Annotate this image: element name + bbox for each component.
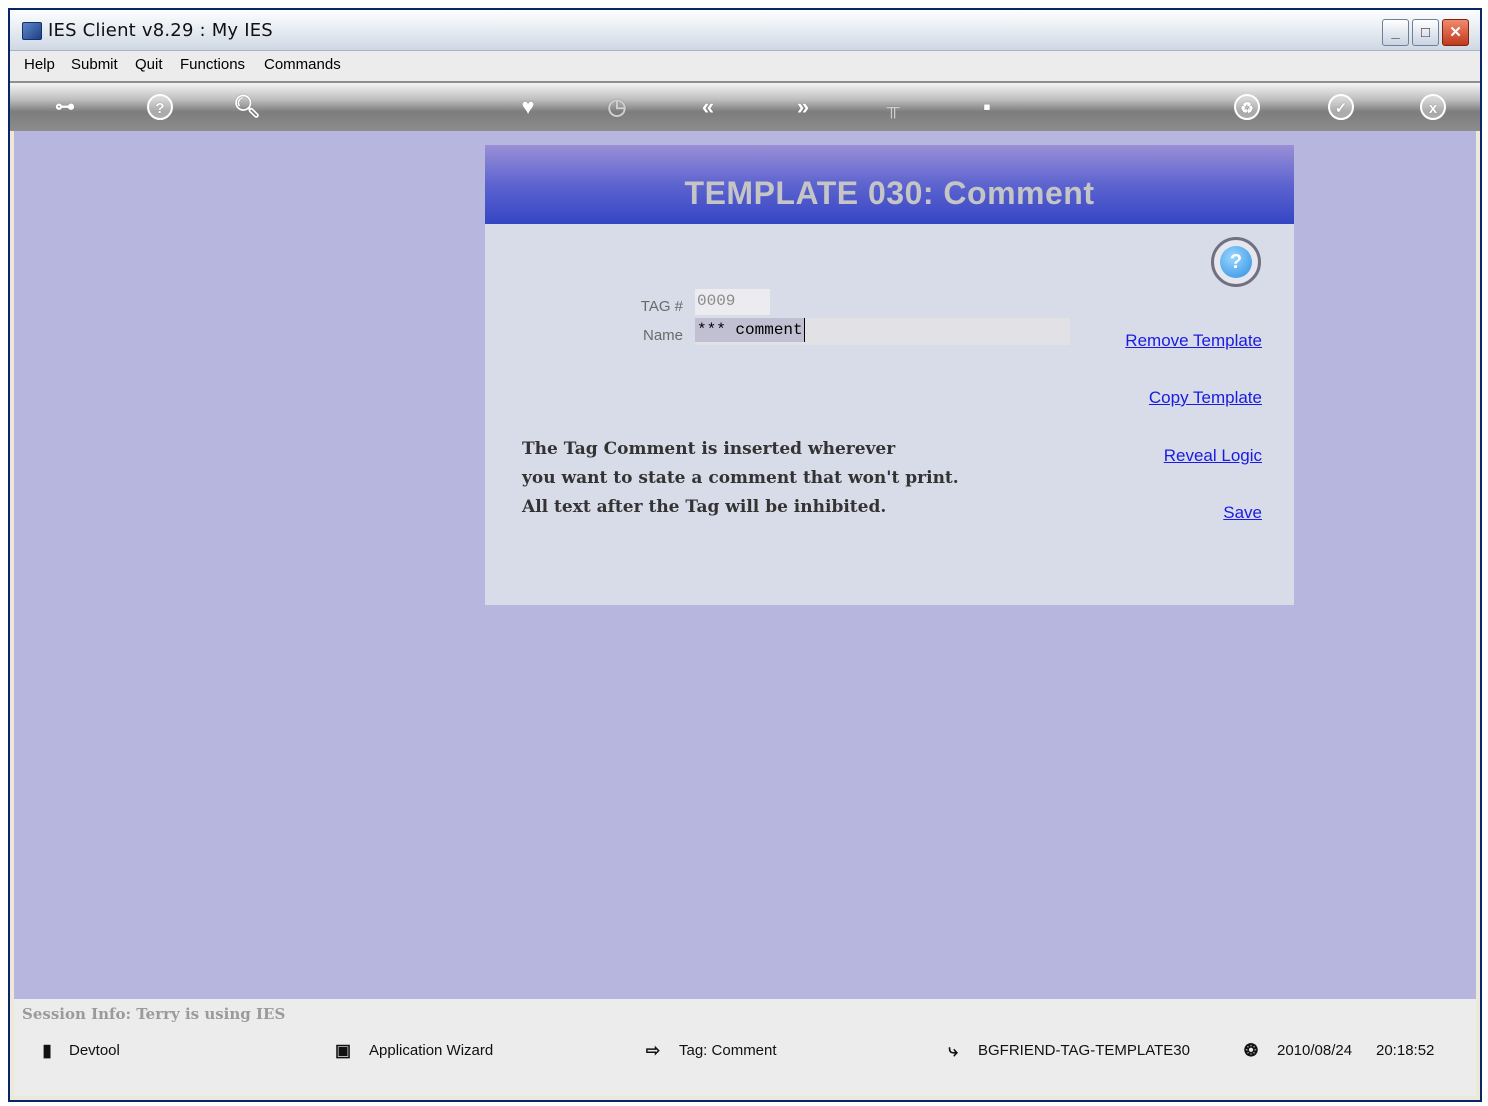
application-wizard-item[interactable]: Application Wizard (369, 1042, 493, 1059)
menu-quit[interactable]: Quit (135, 56, 163, 73)
recycle-icon[interactable]: ♻ (1234, 94, 1260, 120)
tag-label: TAG # (640, 298, 683, 315)
check-icon[interactable]: ✓ (1328, 94, 1354, 120)
menu-bar: Help Submit Quit Functions Commands (10, 51, 1480, 83)
name-label: Name (642, 327, 683, 344)
tag-comment-item[interactable]: Tag: Comment (679, 1042, 777, 1059)
tag-field[interactable]: 0009 (695, 289, 770, 315)
name-field[interactable]: *** comment (695, 318, 1070, 345)
remove-template-link[interactable]: Remove Template (1125, 331, 1262, 351)
app-icon (22, 22, 42, 40)
reveal-logic-link[interactable]: Reveal Logic (1164, 446, 1262, 466)
window-title: IES Client v8.29 : My IES (48, 20, 273, 41)
main-content: TEMPLATE 030: Comment ? TAG # 0009 Name … (14, 131, 1476, 999)
menu-commands[interactable]: Commands (264, 56, 341, 73)
template-panel: TEMPLATE 030: Comment ? TAG # 0009 Name … (485, 145, 1294, 605)
chip-icon[interactable]: ▪ (972, 92, 1002, 122)
app-window: IES Client v8.29 : My IES _ □ ✕ Help Sub… (8, 8, 1482, 1102)
minimize-button[interactable]: _ (1382, 19, 1409, 46)
status-date: 2010/08/24 (1277, 1042, 1353, 1059)
save-link[interactable]: Save (1223, 503, 1262, 523)
title-bar[interactable]: IES Client v8.29 : My IES _ □ ✕ (10, 10, 1480, 51)
template-code-item[interactable]: BGFRIEND-TAG-TEMPLATE30 (978, 1042, 1190, 1059)
rewind-icon[interactable]: « (693, 92, 723, 122)
maximize-button[interactable]: □ (1412, 19, 1439, 46)
menu-submit[interactable]: Submit (71, 56, 118, 73)
panel-header: TEMPLATE 030: Comment (485, 145, 1294, 224)
wizard-icon: ▣ (334, 1041, 352, 1060)
close-icon[interactable]: x (1420, 94, 1446, 120)
description-line: The Tag Comment is inserted wherever (522, 439, 896, 459)
link-icon: ⤷ (948, 1041, 958, 1060)
devtool-item[interactable]: Devtool (69, 1042, 120, 1059)
devtool-icon: ▮ (42, 1041, 52, 1060)
status-time: 20:18:52 (1376, 1042, 1435, 1059)
key-icon[interactable]: ⊶ (40, 92, 90, 122)
clock-icon[interactable]: ◷ (602, 92, 632, 122)
copy-template-link[interactable]: Copy Template (1149, 388, 1262, 408)
heart-icon[interactable]: ♥ (513, 92, 543, 122)
tag-icon: ⇨ (645, 1041, 661, 1060)
description-line: you want to state a comment that won't p… (522, 468, 959, 488)
close-window-button[interactable]: ✕ (1442, 19, 1469, 46)
question-icon: ? (1220, 246, 1252, 278)
description-line: All text after the Tag will be inhibited… (522, 497, 887, 517)
forward-icon[interactable]: » (788, 92, 818, 122)
search-icon[interactable]: 🔍︎ (232, 92, 262, 122)
status-bar: Session Info: Terry is using IES ▮ Devto… (14, 999, 1476, 1096)
menu-help[interactable]: Help (24, 56, 55, 73)
description: The Tag Comment is inserted wherever you… (522, 435, 1042, 522)
session-info: Session Info: Terry is using IES (22, 1005, 286, 1023)
toolbar: ⊶ ? 🔍︎ ♥ ◷ « » ╥ ▪ ♻ ✓ x (10, 83, 1480, 131)
help-button[interactable]: ? (1211, 237, 1261, 287)
name-value: *** comment (695, 318, 805, 342)
tree-icon[interactable]: ╥ (878, 92, 908, 122)
help-icon[interactable]: ? (147, 94, 173, 120)
clock-status-icon: ❂ (1243, 1041, 1259, 1060)
panel-title: TEMPLATE 030: Comment (684, 175, 1095, 211)
menu-functions[interactable]: Functions (180, 56, 245, 73)
